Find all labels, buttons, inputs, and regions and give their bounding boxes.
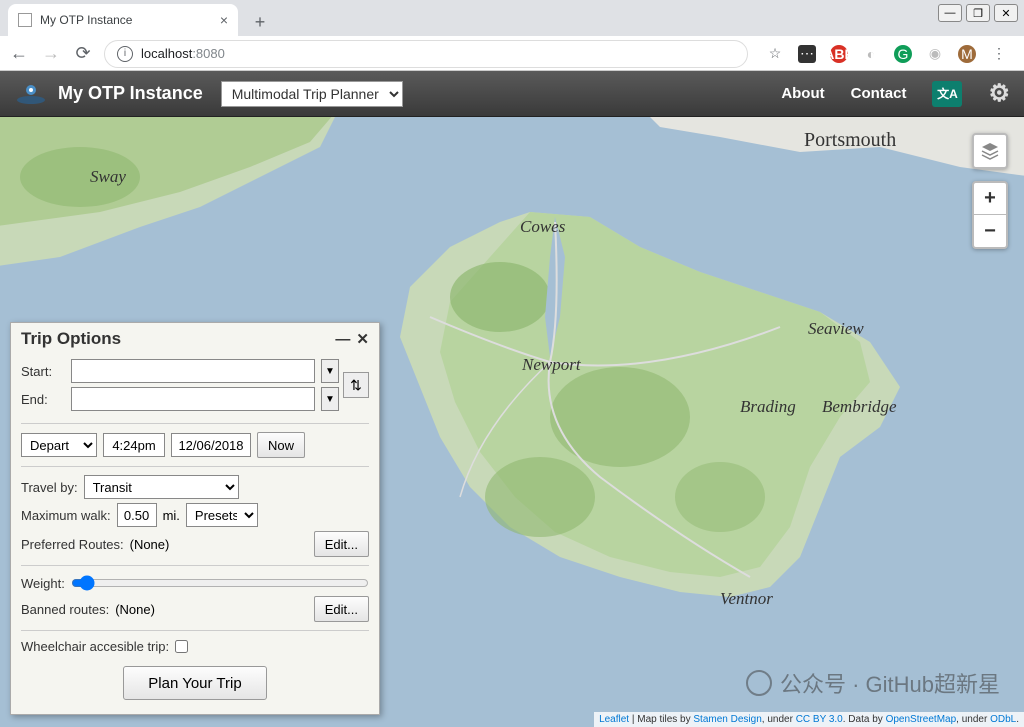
new-tab-button[interactable]: + <box>246 8 274 36</box>
close-window-button[interactable]: ✕ <box>994 4 1018 22</box>
bookmark-icon[interactable]: ☆ <box>766 45 784 63</box>
nav-about[interactable]: About <box>781 85 824 102</box>
map-label-sway: Sway <box>90 167 126 187</box>
start-dropdown-icon[interactable]: ▼ <box>321 359 339 383</box>
map-label-brading: Brading <box>740 397 796 417</box>
zoom-in-button[interactable]: + <box>974 183 1006 215</box>
site-info-icon[interactable]: i <box>117 46 133 62</box>
end-input[interactable] <box>71 387 315 411</box>
extension-icon[interactable]: ◉ <box>926 45 944 63</box>
address-bar: ← → ⟳ i localhost:8080 ☆ ⋯ ABP ◐ G ◉ M ⋮ <box>0 36 1024 71</box>
tab-title: My OTP Instance <box>40 13 132 27</box>
edit-banned-button[interactable]: Edit... <box>314 596 369 622</box>
grammarly-icon[interactable]: G <box>894 45 912 63</box>
adblock-icon[interactable]: ABP <box>830 45 848 63</box>
reload-button[interactable]: ⟳ <box>72 43 94 65</box>
now-button[interactable]: Now <box>257 432 305 458</box>
minimize-button[interactable]: — <box>938 4 962 22</box>
panel-minimize-icon[interactable]: — <box>335 331 350 348</box>
browser-chrome: My OTP Instance × + — ❐ ✕ ← → ⟳ i localh… <box>0 0 1024 71</box>
profile-avatar[interactable]: M <box>958 45 976 63</box>
app-logo-icon <box>14 82 48 106</box>
panel-title: Trip Options <box>21 329 121 349</box>
forward-button[interactable]: → <box>40 43 62 65</box>
watermark: 公众号 · GitHub超新星 <box>746 667 1000 699</box>
swap-button[interactable]: ⇅ <box>343 372 369 398</box>
app-header: My OTP Instance Multimodal Trip Planner … <box>0 71 1024 117</box>
end-dropdown-icon[interactable]: ▼ <box>321 387 339 411</box>
url-port: :8080 <box>192 46 225 61</box>
depart-arrive-select[interactable]: Depart <box>21 433 97 457</box>
plan-trip-button[interactable]: Plan Your Trip <box>123 666 266 700</box>
date-input[interactable] <box>171 433 251 457</box>
preferred-routes-label: Preferred Routes: <box>21 537 124 552</box>
max-walk-label: Maximum walk: <box>21 508 111 523</box>
tab-bar: My OTP Instance × + — ❐ ✕ <box>0 0 1024 36</box>
map-label-cowes: Cowes <box>520 217 565 237</box>
layers-icon <box>980 141 1000 161</box>
trip-options-panel: Trip Options — ✕ Start: ▼ End: ▼ ⇅ Depar… <box>10 322 380 715</box>
favicon <box>18 13 32 27</box>
weight-slider[interactable] <box>71 574 369 592</box>
extension-icon[interactable]: ◐ <box>862 45 880 63</box>
map-label-ventnor: Ventnor <box>720 589 773 609</box>
travel-by-select[interactable]: Transit <box>84 475 239 499</box>
extension-icon[interactable]: ⋯ <box>798 45 816 63</box>
edit-preferred-button[interactable]: Edit... <box>314 531 369 557</box>
start-input[interactable] <box>71 359 315 383</box>
url-input[interactable]: i localhost:8080 <box>104 40 748 68</box>
maximize-button[interactable]: ❐ <box>966 4 990 22</box>
start-label: Start: <box>21 364 65 379</box>
wheelchair-label: Wheelchair accesible trip: <box>21 639 169 654</box>
mode-select[interactable]: Multimodal Trip Planner <box>221 81 403 107</box>
time-input[interactable] <box>103 433 165 457</box>
preferred-routes-value: (None) <box>130 537 170 552</box>
max-walk-unit: mi. <box>163 508 180 523</box>
presets-select[interactable]: Presets: <box>186 503 258 527</box>
osm-link[interactable]: OpenStreetMap <box>886 714 957 725</box>
map-label-seaview: Seaview <box>808 319 864 339</box>
odbl-link[interactable]: ODbL <box>990 714 1016 725</box>
back-button[interactable]: ← <box>8 43 30 65</box>
wheelchair-checkbox[interactable] <box>175 640 188 653</box>
extension-icons: ☆ ⋯ ABP ◐ G ◉ M ⋮ <box>758 45 1016 63</box>
window-controls: — ❐ ✕ <box>938 4 1018 22</box>
stamen-link[interactable]: Stamen Design <box>693 714 761 725</box>
tab-close-icon[interactable]: × <box>220 12 228 28</box>
max-walk-input[interactable] <box>117 503 157 527</box>
gear-icon[interactable]: ⚙ <box>988 79 1010 108</box>
app-title: My OTP Instance <box>58 83 203 104</box>
weight-label: Weight: <box>21 576 65 591</box>
banned-routes-value: (None) <box>115 602 155 617</box>
map-label-newport: Newport <box>522 355 581 375</box>
browser-menu-icon[interactable]: ⋮ <box>990 45 1008 63</box>
end-label: End: <box>21 392 65 407</box>
banned-routes-label: Banned routes: <box>21 602 109 617</box>
panel-close-icon[interactable]: ✕ <box>356 330 369 348</box>
zoom-control: + − <box>972 181 1008 249</box>
browser-tab[interactable]: My OTP Instance × <box>8 4 238 36</box>
map-label-portsmouth: Portsmouth <box>804 129 896 152</box>
leaflet-link[interactable]: Leaflet <box>599 714 629 725</box>
travel-by-label: Travel by: <box>21 480 78 495</box>
zoom-out-button[interactable]: − <box>974 215 1006 247</box>
language-icon[interactable]: 文A <box>932 81 962 107</box>
map-attribution: Leaflet | Map tiles by Stamen Design, un… <box>594 712 1024 727</box>
nav-contact[interactable]: Contact <box>851 85 907 102</box>
wechat-icon <box>746 670 772 696</box>
cc-link[interactable]: CC BY 3.0 <box>796 714 843 725</box>
map-label-bembridge: Bembridge <box>822 397 897 417</box>
url-host: localhost <box>141 46 192 61</box>
layers-button[interactable] <box>972 133 1008 169</box>
